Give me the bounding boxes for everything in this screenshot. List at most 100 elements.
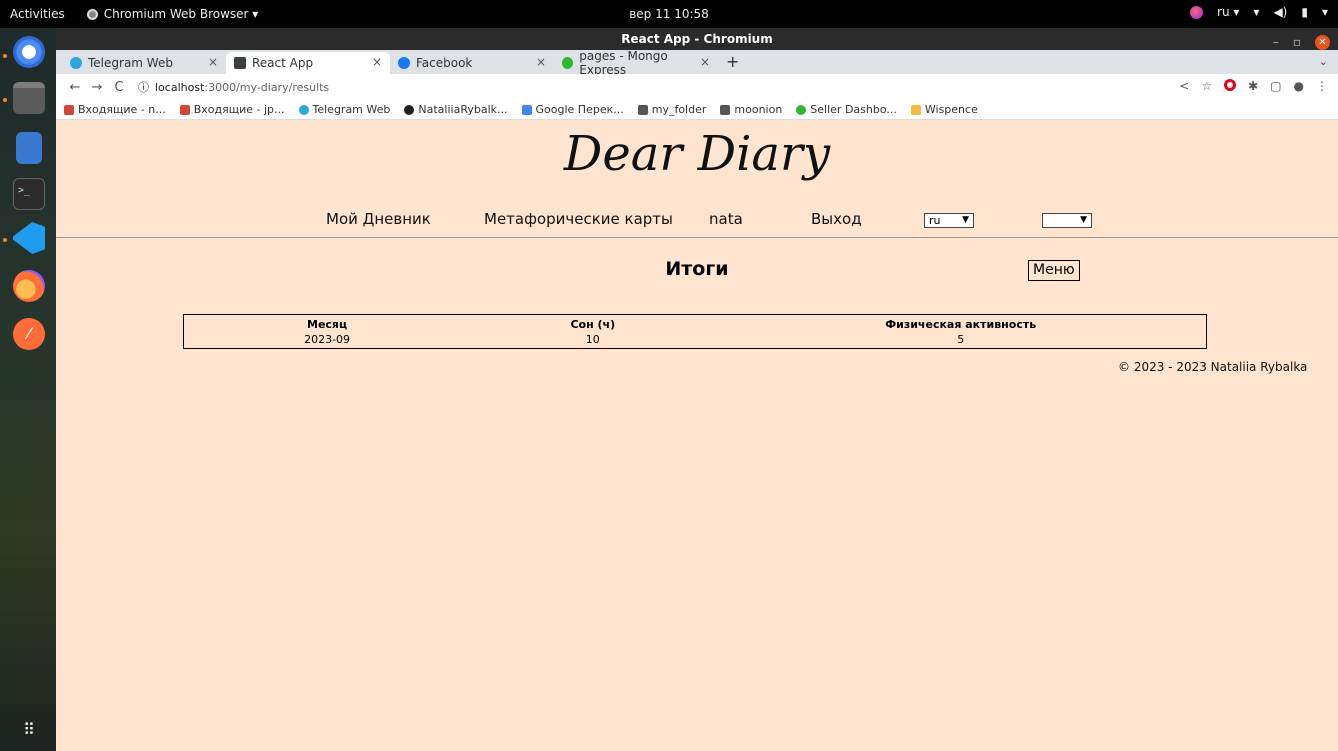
wispence-icon: [910, 104, 921, 115]
app-grid-icon[interactable]: ⠿: [13, 714, 45, 746]
tray-app-icon[interactable]: [1190, 5, 1204, 19]
bookmark-label: Wispence: [924, 103, 978, 116]
bookmark-label: Входящие - jp...: [193, 103, 285, 116]
tab-telegram[interactable]: Telegram Web ×: [62, 52, 226, 74]
tab-label: React App: [252, 56, 314, 70]
system-menu-icon[interactable]: ▾: [1322, 5, 1328, 19]
tab-search-icon[interactable]: ⌄: [1319, 55, 1328, 68]
header-divider: [56, 237, 1338, 238]
address-bar[interactable]: ⓘ localhost:3000/my-diary/results: [138, 77, 1138, 97]
close-tab-icon[interactable]: ×: [536, 55, 546, 69]
menu-button[interactable]: Меню: [1028, 260, 1080, 281]
keyboard-layout-indicator[interactable]: ru ▾: [1217, 5, 1239, 19]
tab-mongo-express[interactable]: pages - Mongo Express ×: [554, 49, 718, 77]
url-path: :3000/my-diary/results: [204, 80, 330, 94]
bookmark-label: Telegram Web: [312, 103, 391, 116]
close-tab-icon[interactable]: ×: [208, 55, 218, 69]
bookmark-label: moonion: [734, 103, 783, 116]
column-header-activity: Физическая активность: [885, 318, 1037, 331]
browser-menu-icon[interactable]: ⋮: [1316, 79, 1328, 93]
bookmark-wispence[interactable]: Wispence: [910, 103, 978, 116]
table-cell-activity: 5: [957, 333, 965, 346]
facebook-icon: [398, 57, 410, 69]
new-tab-button[interactable]: +: [726, 52, 739, 74]
forward-icon[interactable]: →: [86, 80, 108, 95]
close-tab-icon[interactable]: ×: [700, 55, 710, 69]
bookmark-my-folder[interactable]: my_folder: [637, 103, 707, 116]
react-app-icon: [234, 57, 246, 69]
site-title: Dear Diary: [563, 126, 831, 182]
bookmark-gmail-2[interactable]: Входящие - jp...: [179, 103, 285, 116]
column-header-sleep: Сон (ч): [570, 318, 616, 331]
bookmark-label: Входящие - n...: [78, 103, 166, 116]
column-header-month: Месяц: [307, 318, 348, 331]
telegram-icon: [298, 104, 309, 115]
running-indicator: [3, 98, 7, 102]
seller-dashboard-icon: [796, 104, 807, 115]
bookmark-gmail-1[interactable]: Входящие - n...: [64, 103, 166, 116]
results-table: Месяц Сон (ч) Физическая активность 2023…: [183, 314, 1207, 349]
dock: >_ ⁄ ⠿: [0, 28, 56, 751]
chromium-icon[interactable]: [13, 36, 45, 68]
mongo-express-icon: [562, 57, 574, 69]
volume-icon[interactable]: ◀): [1273, 5, 1287, 19]
files-icon[interactable]: [13, 82, 45, 114]
window-title: React App - Chromium: [621, 32, 773, 46]
bookmark-github[interactable]: NataliiaRybalk...: [404, 103, 508, 116]
page-title: Итоги: [665, 258, 729, 280]
profile-icon[interactable]: ●: [1294, 79, 1304, 93]
wifi-icon[interactable]: ▾: [1253, 5, 1259, 19]
close-tab-icon[interactable]: ×: [372, 55, 382, 69]
language-select[interactable]: ru ▼: [924, 213, 974, 228]
clock[interactable]: вер 11 10:58: [0, 7, 1338, 21]
bookmarks-bar: Входящие - n... Входящие - jp... Telegra…: [56, 100, 1338, 120]
text-editor-icon[interactable]: [16, 132, 42, 164]
browser-window: React App - Chromium – ▫ ✕ Telegram Web …: [56, 28, 1338, 751]
nav-my-diary-link[interactable]: Мой Дневник: [326, 210, 431, 228]
secondary-select[interactable]: ▼: [1042, 213, 1092, 228]
tab-label: Facebook: [416, 56, 473, 70]
tab-facebook[interactable]: Facebook ×: [390, 52, 554, 74]
tab-react-app[interactable]: React App ×: [226, 52, 390, 74]
window-titlebar: React App - Chromium – ▫ ✕: [56, 28, 1338, 50]
tab-label: pages - Mongo Express: [579, 49, 668, 77]
running-indicator: [3, 238, 7, 242]
back-icon[interactable]: ←: [64, 80, 86, 95]
url-host: localhost: [155, 80, 205, 94]
table-cell-month: 2023-09: [304, 333, 351, 346]
site-nav: Мой Дневник Метафорические карты nata Вы…: [56, 210, 1338, 230]
firefox-icon[interactable]: [13, 270, 45, 302]
bookmark-moonion[interactable]: moonion: [720, 103, 782, 116]
nav-user-link[interactable]: nata: [709, 210, 743, 228]
terminal-icon[interactable]: >_: [13, 178, 45, 210]
battery-icon[interactable]: ▮: [1301, 5, 1308, 19]
nav-logout-link[interactable]: Выход: [811, 210, 862, 228]
bookmark-seller-dashboard[interactable]: Seller Dashbo...: [796, 103, 897, 116]
extensions-icon[interactable]: ✱: [1248, 79, 1258, 93]
nav-metaphoric-cards-link[interactable]: Метафорические карты: [484, 210, 673, 228]
chevron-down-icon: ▼: [962, 215, 969, 225]
table-cell-sleep: 10: [585, 333, 600, 346]
opera-extension-icon[interactable]: [1224, 79, 1237, 91]
site-info-icon[interactable]: ⓘ: [138, 79, 149, 95]
bookmark-telegram[interactable]: Telegram Web: [298, 103, 391, 116]
bookmark-star-icon[interactable]: ☆: [1201, 79, 1212, 93]
bookmark-label: Google Перек...: [535, 103, 624, 116]
google-translate-icon: [521, 104, 532, 115]
share-icon[interactable]: <: [1179, 79, 1189, 93]
telegram-icon: [70, 57, 82, 69]
close-window-icon[interactable]: ✕: [1315, 34, 1330, 50]
postman-icon[interactable]: ⁄: [13, 318, 45, 350]
reload-icon[interactable]: C: [108, 80, 130, 95]
bookmark-label: Seller Dashbo...: [810, 103, 897, 116]
browser-toolbar: ← → C ⓘ localhost:3000/my-diary/results …: [56, 74, 1338, 100]
folder-icon: [637, 104, 648, 115]
bookmark-label: NataliiaRybalk...: [418, 103, 508, 116]
system-top-bar: Activities Chromium Web Browser ▾ вер 11…: [0, 0, 1338, 28]
chevron-down-icon: ▼: [1080, 215, 1087, 225]
page-content: Dear Diary Мой Дневник Метафорические ка…: [56, 120, 1338, 751]
bookmark-google-translate[interactable]: Google Перек...: [521, 103, 624, 116]
vscode-icon[interactable]: [13, 222, 45, 254]
side-panel-icon[interactable]: ▢: [1270, 79, 1281, 93]
bookmark-label: my_folder: [651, 103, 707, 116]
